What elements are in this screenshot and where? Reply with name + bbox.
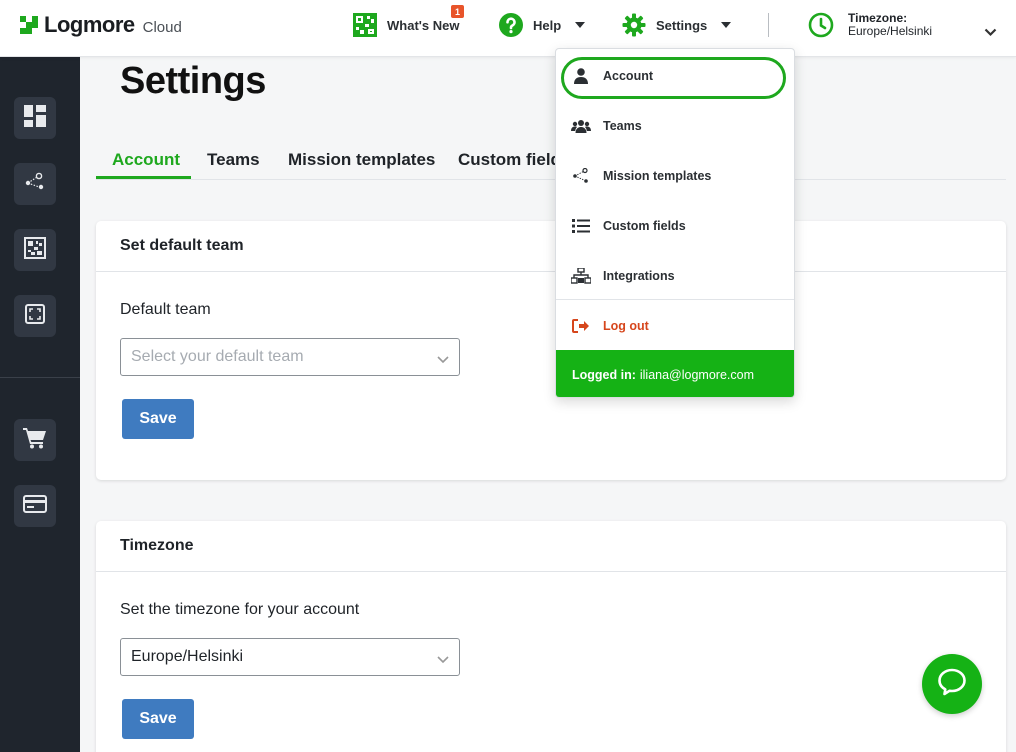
timezone-card: Timezone Set the timezone for your accou… [96,521,1006,752]
logo[interactable]: Logmore Cloud [20,12,182,38]
menu-item-label: Integrations [603,269,675,283]
menu-item-label: Mission templates [603,169,712,183]
settings-tabs: Account Teams Mission templates Custom f… [96,140,1006,180]
menu-item-label: Account [603,69,653,83]
qr-code-icon [24,236,46,264]
chevron-down-icon[interactable] [984,24,997,42]
tab-account[interactable]: Account [112,150,180,170]
logged-in-email: iliana@logmore.com [639,367,754,382]
menu-item-account[interactable]: Account [556,51,794,101]
menu-item-label: Custom fields [603,219,686,233]
whats-new-button[interactable]: What's New 1 [353,5,464,38]
top-bar: Logmore Cloud What's New 1 Help Settings… [0,0,1016,57]
chevron-down-icon [437,651,449,669]
help-label: Help [533,17,562,33]
sidebar-item-scan[interactable] [14,295,56,337]
page-title: Settings [120,60,266,102]
logo-subtitle: Cloud [142,18,182,36]
caret-down-icon [721,22,732,28]
settings-dropdown-menu: Account Teams Mission templates Custom f… [555,48,795,398]
sidebar [0,57,80,752]
topbar-divider [768,13,769,37]
tab-custom-fields[interactable]: Custom fields [458,150,570,170]
select-value: Europe/Helsinki [131,648,244,665]
tab-teams[interactable]: Teams [207,150,260,170]
field-label: Set the timezone for your account [120,601,360,618]
card-heading: Timezone [96,521,1006,572]
logo-wordmark: Logmore [44,12,135,37]
select-placeholder: Select your default team [131,348,304,365]
mission-icon [24,171,46,198]
menu-item-mission-templates[interactable]: Mission templates [556,151,794,201]
help-menu-button[interactable]: Help [499,12,586,38]
settings-label: Settings [656,17,708,33]
cart-icon [23,427,47,454]
scan-icon [25,303,45,329]
users-icon [571,116,591,136]
default-team-card: Set default team Default team Select you… [96,221,1006,480]
sidebar-item-dashboard[interactable] [14,97,56,139]
notification-badge: 1 [451,5,464,18]
logout-icon [571,316,591,336]
logged-in-info: Logged in: iliana@logmore.com [556,350,794,397]
logout-label: Log out [603,319,649,333]
menu-item-integrations[interactable]: Integrations [556,251,794,301]
card-heading: Set default team [96,221,1006,272]
whats-new-label: What's New [387,17,460,33]
credit-card-icon [23,494,47,518]
tab-mission-templates[interactable]: Mission templates [288,150,435,170]
qr-code-icon [353,13,377,37]
active-tab-indicator [96,176,191,179]
sidebar-item-qr-codes[interactable] [14,229,56,271]
dashboard-icon [24,104,46,132]
sidebar-item-missions[interactable] [14,163,56,205]
caret-down-icon [575,22,586,28]
sidebar-item-billing[interactable] [14,485,56,527]
timezone-select[interactable]: Europe/Helsinki [120,638,460,676]
timezone-value: Europe/Helsinki [848,24,933,38]
field-label: Default team [120,301,211,318]
chevron-down-icon [437,351,449,369]
logged-in-label: Logged in: [572,367,636,382]
save-button[interactable]: Save [122,399,194,439]
settings-menu-button[interactable]: Settings [622,12,732,38]
menu-item-custom-fields[interactable]: Custom fields [556,201,794,251]
sitemap-icon [571,266,591,286]
chat-bubble-icon [937,668,967,701]
help-icon [499,13,523,37]
logo-icon [20,16,38,34]
clock-icon [808,12,834,43]
menu-item-logout[interactable]: Log out [556,301,794,351]
menu-item-label: Teams [603,119,642,133]
user-icon [571,66,591,86]
sidebar-item-shop[interactable] [14,419,56,461]
save-button[interactable]: Save [122,699,194,739]
sidebar-divider [0,377,80,378]
timezone-selector[interactable]: Timezone: Europe/Helsinki [808,12,932,43]
menu-item-teams[interactable]: Teams [556,101,794,151]
menu-divider [556,299,794,300]
list-icon [571,216,591,236]
chat-button[interactable] [922,654,982,714]
default-team-select[interactable]: Select your default team [120,338,460,376]
share-icon [571,166,591,186]
gear-icon [622,13,646,37]
